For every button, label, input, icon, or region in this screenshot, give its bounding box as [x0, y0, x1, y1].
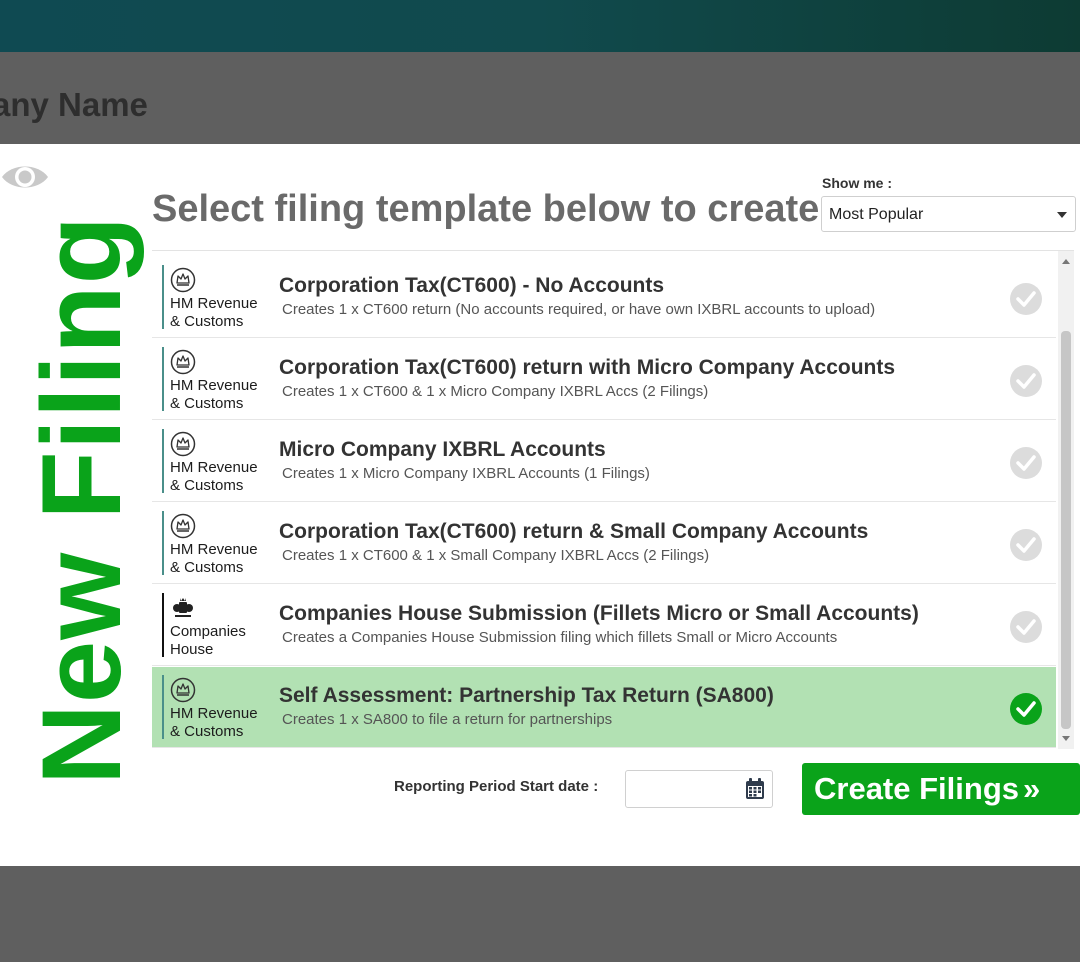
hmrc-crown-icon — [170, 513, 196, 539]
calendar-icon[interactable] — [745, 778, 765, 800]
template-title: Corporation Tax(CT600) return & Small Co… — [279, 520, 869, 543]
hmrc-crown-icon — [170, 349, 196, 375]
reporting-period-label: Reporting Period Start date : — [394, 778, 599, 795]
template-row[interactable]: HM Revenue & Customs Corporation Tax(CT600… — [152, 503, 1056, 584]
template-description: Creates a Companies House Submission fil… — [282, 629, 838, 646]
hmrc-crown-icon — [170, 431, 196, 457]
logo-text: HM Revenue — [170, 459, 258, 476]
selected-check-icon — [1010, 693, 1042, 725]
show-me-selected-value: Most Popular — [829, 206, 924, 223]
template-description: Creates 1 x CT600 & 1 x Small Company IX… — [282, 547, 710, 564]
filing-template-modal: Select filing template below to create S… — [0, 144, 1080, 866]
reporting-period-date-input[interactable] — [625, 770, 773, 808]
check-icon — [1010, 529, 1042, 561]
template-title: Corporation Tax(CT600) - No Accounts — [279, 274, 665, 297]
hmrc-crown-icon — [170, 677, 196, 703]
template-row[interactable]: HM Revenue & Customs Micro Company IXBRL A… — [152, 421, 1056, 502]
scrollbar-thumb[interactable] — [1061, 331, 1071, 729]
logo-text: House — [170, 641, 214, 658]
logo-text: & Customs — [170, 395, 244, 412]
hmrc-logo: HM Revenue & Customs — [162, 429, 270, 494]
hmrc-logo: HM Revenue & Customs — [162, 511, 270, 576]
template-description: Creates 1 x CT600 & 1 x Micro Company IX… — [282, 383, 709, 400]
show-me-select[interactable]: Most Popular — [821, 196, 1076, 232]
check-icon — [1010, 611, 1042, 643]
template-list: HM Revenue & Customs Corporation Tax(CT600… — [152, 250, 1074, 749]
company-name: any Name — [0, 86, 148, 123]
list-scrollbar[interactable] — [1058, 251, 1074, 749]
template-description: Creates 1 x SA800 to file a return for p… — [282, 711, 613, 728]
show-me-label: Show me : — [822, 175, 893, 191]
template-description: Creates 1 x Micro Company IXBRL Accounts… — [282, 465, 650, 482]
modal-heading: Select filing template below to create — [152, 188, 820, 230]
template-description: Creates 1 x CT600 return (No accounts re… — [282, 301, 876, 318]
check-icon — [1010, 365, 1042, 397]
create-filings-label: Create Filings — [814, 771, 1019, 806]
logo-text: & Customs — [170, 313, 244, 330]
logo-text: & Customs — [170, 559, 244, 576]
template-title: Self Assessment: Partnership Tax Return … — [279, 684, 774, 707]
template-row[interactable]: HM Revenue & Customs Self Assessment: Part… — [152, 667, 1056, 748]
hmrc-logo: HM Revenue & Customs — [162, 675, 270, 740]
hmrc-logo: HM Revenue & Customs — [162, 265, 270, 330]
logo-text: & Customs — [170, 477, 244, 494]
logo-text: HM Revenue — [170, 705, 258, 722]
scroll-down-arrow-icon[interactable] — [1062, 736, 1070, 741]
template-row[interactable]: HM Revenue & Customs Corporation Tax(CT600… — [152, 257, 1056, 338]
new-filing-overlay-text: New Filing — [19, 215, 144, 785]
template-title: Micro Company IXBRL Accounts — [279, 438, 606, 461]
logo-text: Companies — [170, 623, 246, 640]
logo-text: HM Revenue — [170, 295, 258, 312]
royal-coat-of-arms-icon — [173, 598, 193, 617]
companies-house-logo: Companies House — [162, 593, 270, 658]
scroll-up-arrow-icon[interactable] — [1062, 259, 1070, 264]
template-row[interactable]: HM Revenue & Customs Corporation Tax(CT600… — [152, 339, 1056, 420]
top-bar — [0, 0, 1080, 52]
hmrc-crown-icon — [170, 267, 196, 293]
template-row[interactable]: Companies House Companies House Submission… — [152, 585, 1056, 666]
logo-text: HM Revenue — [170, 541, 258, 558]
hmrc-logo: HM Revenue & Customs — [162, 347, 270, 412]
logo-text: HM Revenue — [170, 377, 258, 394]
create-filings-button[interactable]: Create Filings» — [802, 763, 1080, 815]
chevron-down-icon — [1057, 212, 1067, 218]
template-title: Corporation Tax(CT600) return with Micro… — [279, 356, 896, 379]
check-icon — [1010, 283, 1042, 315]
template-title: Companies House Submission (Fillets Micr… — [279, 602, 919, 625]
logo-text: & Customs — [170, 723, 244, 740]
double-chevron-right-icon: » — [1023, 771, 1041, 806]
check-icon — [1010, 447, 1042, 479]
eye-icon[interactable] — [0, 160, 50, 194]
